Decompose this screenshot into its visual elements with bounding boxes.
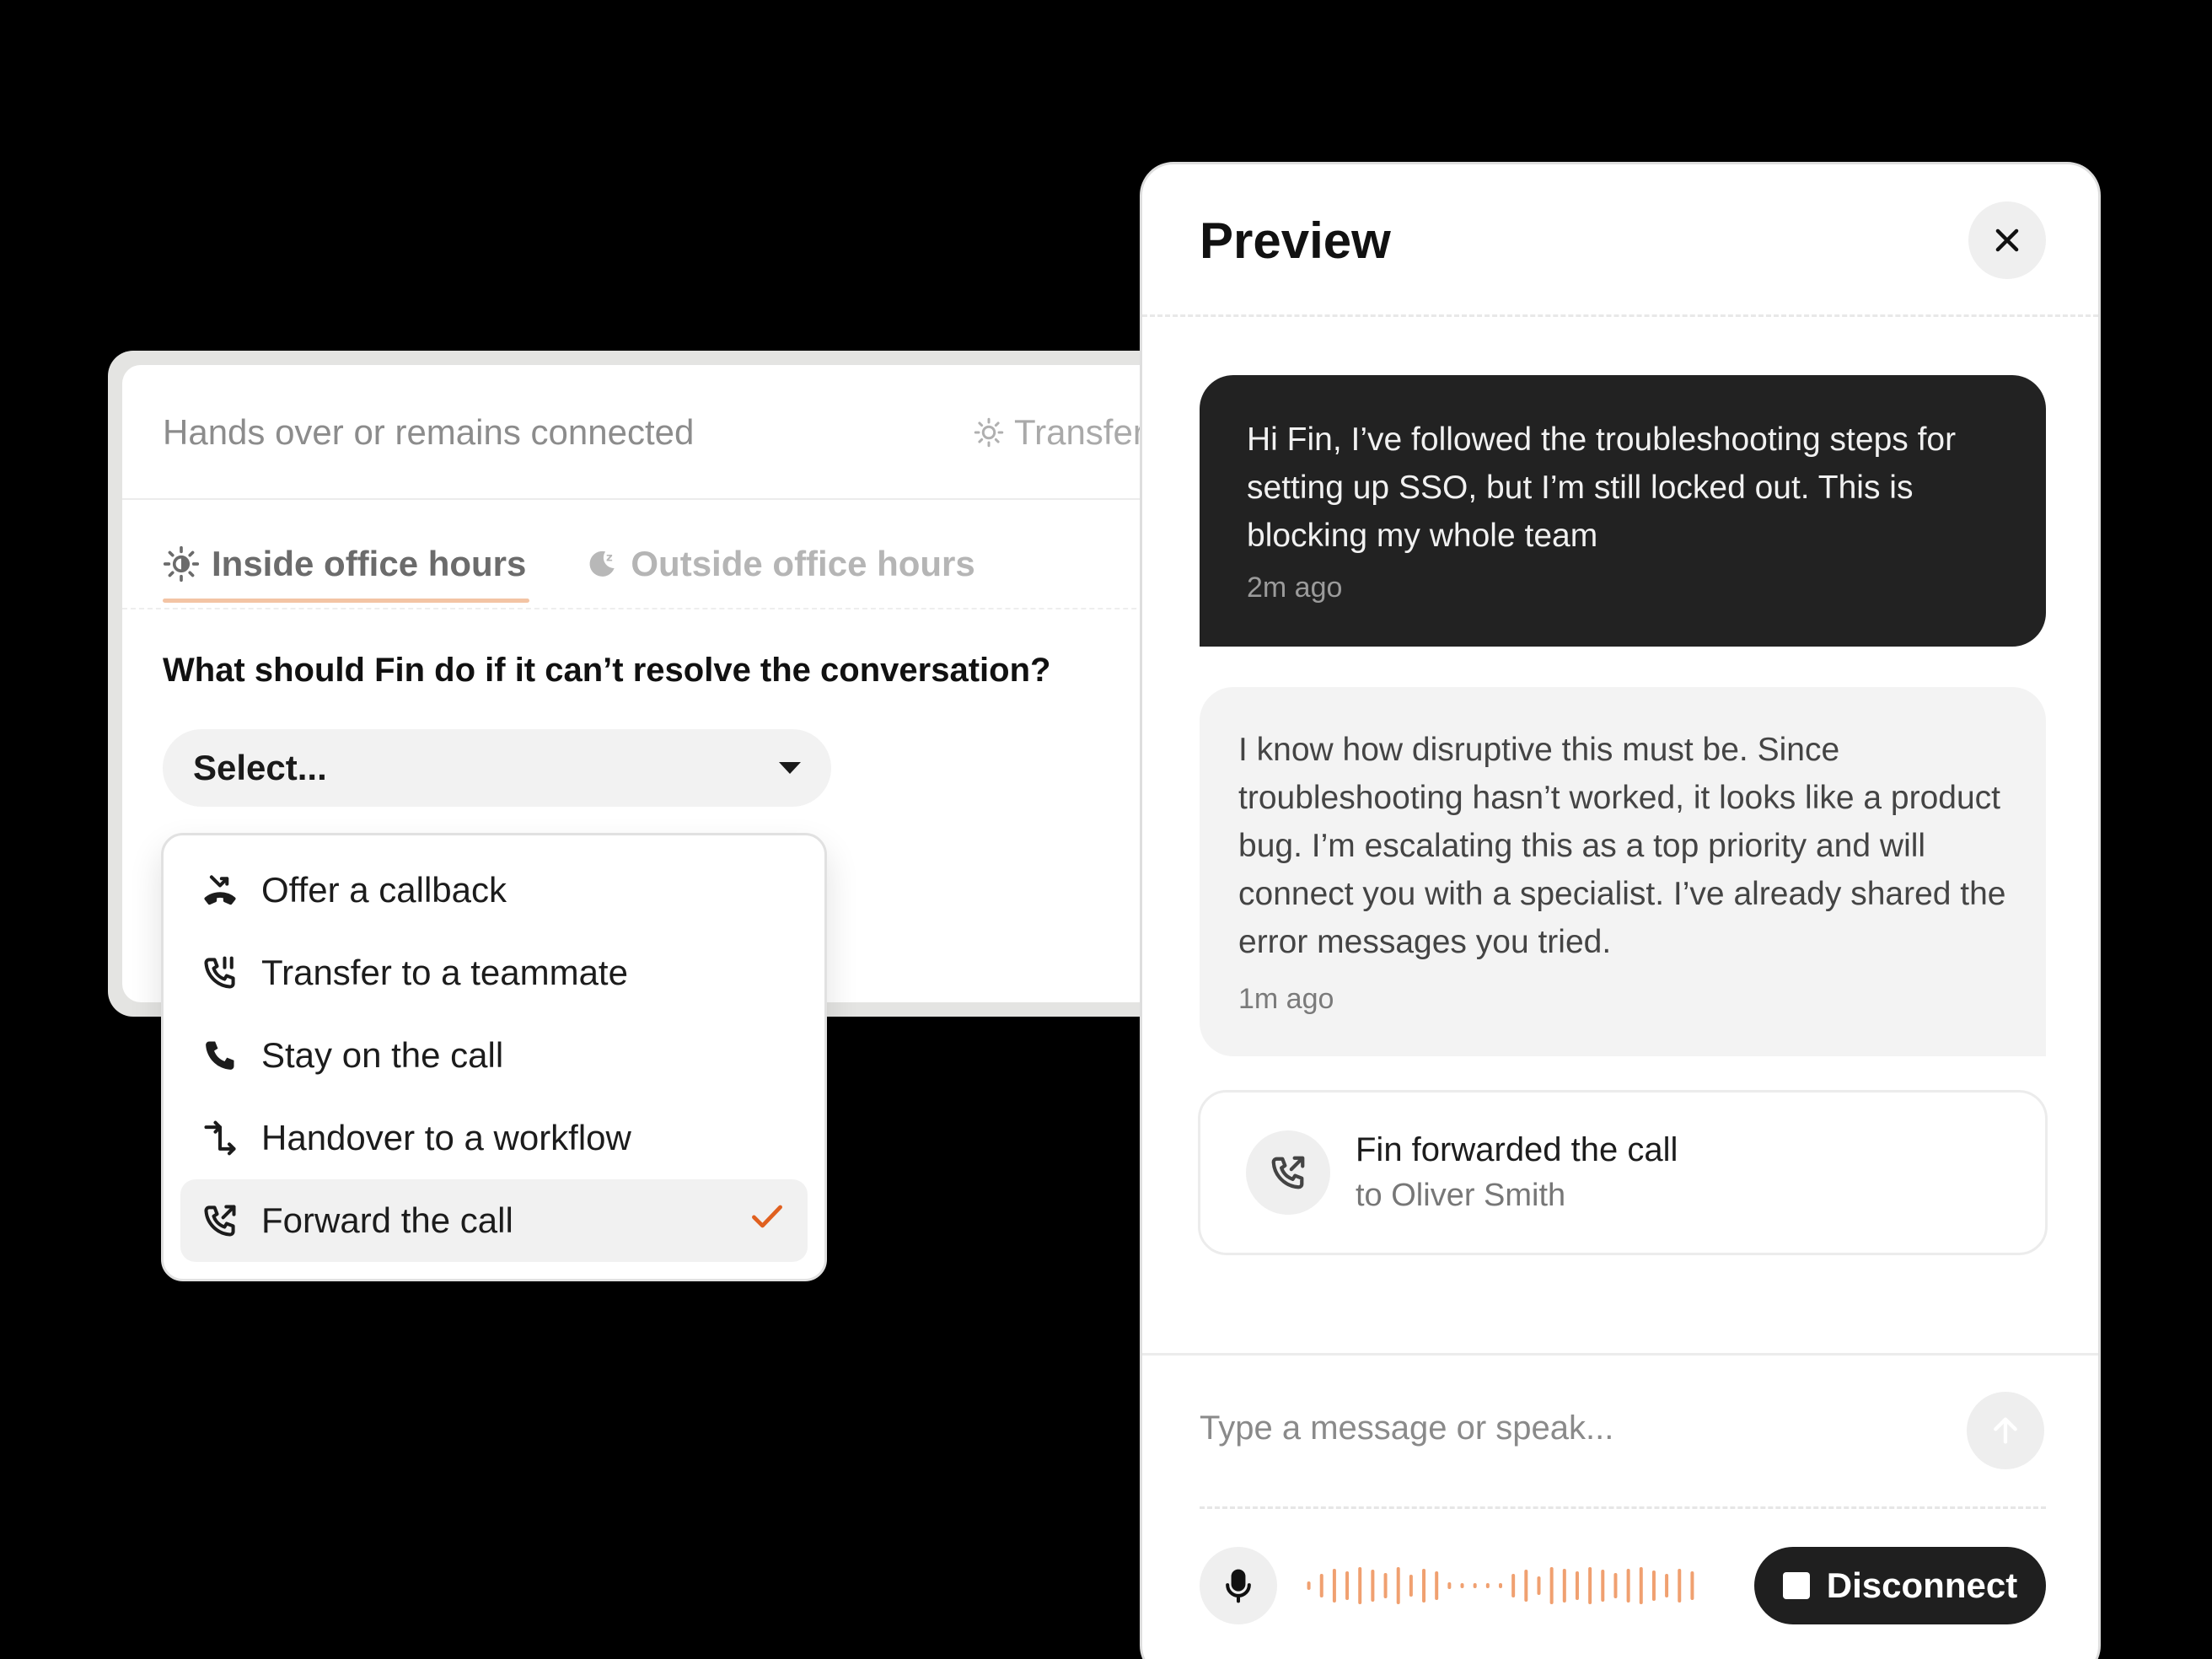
tab-label: Outside office hours — [631, 544, 975, 583]
waveform-bar — [1588, 1567, 1592, 1604]
waveform-bar — [1499, 1583, 1502, 1588]
checkmark-icon — [749, 1198, 786, 1243]
audio-waveform — [1307, 1567, 1694, 1604]
menu-item-label: Stay on the call — [261, 1035, 504, 1075]
waveform-bar — [1549, 1567, 1554, 1604]
waveform-bar — [1460, 1583, 1464, 1588]
arrow-up-icon — [1994, 1417, 2017, 1444]
message-text: I know how disruptive this must be. Sinc… — [1238, 732, 2006, 960]
close-icon — [1995, 228, 2019, 252]
menu-item-label: Handover to a workflow — [261, 1118, 631, 1157]
waveform-bar — [1447, 1582, 1452, 1589]
waveform-bar — [1537, 1576, 1541, 1595]
waveform-bar — [1562, 1569, 1566, 1603]
close-button[interactable] — [1968, 201, 2046, 279]
waveform-bar — [1409, 1575, 1413, 1597]
waveform-bar — [1319, 1574, 1323, 1597]
menu-item-label: Forward the call — [261, 1200, 513, 1240]
phone-icon — [201, 1036, 239, 1075]
waveform-bar — [1690, 1571, 1694, 1600]
tab-outside-office-hours[interactable]: z Outside office hours — [585, 530, 975, 598]
waveform-bar — [1345, 1571, 1350, 1600]
menu-item-forward-call[interactable]: Forward the call — [180, 1179, 808, 1262]
stop-icon — [1782, 1572, 1810, 1599]
waveform-bar — [1332, 1569, 1336, 1603]
preview-panel: Preview Hi Fin, I’ve followed the troubl… — [1140, 162, 2101, 1659]
header-title: Hands over or remains connected — [163, 412, 695, 452]
preview-title: Preview — [1200, 212, 1391, 269]
tab-label: Inside office hours — [212, 544, 527, 583]
disconnect-label: Disconnect — [1826, 1565, 2018, 1605]
waveform-bar — [1626, 1569, 1630, 1603]
menu-item-offer-callback[interactable]: Offer a callback — [180, 849, 808, 932]
waveform-bar — [1639, 1567, 1643, 1604]
resolution-question: What should Fin do if it can’t resolve t… — [163, 652, 1051, 689]
microphone-icon — [1226, 1569, 1251, 1603]
composer-divider — [1142, 1353, 2098, 1356]
composer-dashed-divider — [1200, 1506, 2046, 1509]
waveform-bar — [1678, 1569, 1682, 1603]
message-timestamp: 1m ago — [1238, 983, 1334, 1015]
tab-inside-office-hours[interactable]: Inside office hours — [163, 530, 530, 603]
waveform-bar — [1601, 1570, 1605, 1602]
menu-item-label: Transfer to a teammate — [261, 953, 628, 992]
event-text: Fin forwarded the call to Oliver Smith — [1356, 1131, 1678, 1214]
select-placeholder: Select... — [193, 748, 327, 787]
office-hours-tabs: Inside office hours z Outside office hou… — [163, 530, 975, 606]
forward-call-icon — [1246, 1130, 1330, 1215]
waveform-bar — [1435, 1571, 1439, 1600]
waveform-bar — [1383, 1573, 1388, 1598]
sun-icon — [974, 417, 1004, 448]
waveform-bar — [1485, 1583, 1490, 1588]
waveform-bar — [1651, 1570, 1656, 1601]
waveform-bar — [1511, 1574, 1516, 1597]
waveform-bar — [1473, 1583, 1477, 1588]
menu-item-stay-on-call[interactable]: Stay on the call — [180, 1014, 808, 1097]
event-title: Fin forwarded the call — [1356, 1131, 1678, 1168]
waveform-bar — [1307, 1581, 1311, 1590]
disconnect-button[interactable]: Disconnect — [1754, 1547, 2046, 1624]
call-forwarded-event: Fin forwarded the call to Oliver Smith — [1198, 1090, 2048, 1255]
menu-item-handover-workflow[interactable]: Handover to a workflow — [180, 1097, 808, 1179]
user-message-bubble: Hi Fin, I’ve followed the troubleshootin… — [1200, 375, 2046, 647]
preview-header-divider — [1142, 314, 2098, 317]
header-status-label: Transfer — [1014, 412, 1145, 452]
waveform-bar — [1575, 1571, 1579, 1600]
header-status: Transfer — [974, 412, 1145, 453]
send-button[interactable] — [1967, 1392, 2044, 1469]
forward-call-icon — [201, 1201, 239, 1240]
waveform-bar — [1524, 1570, 1528, 1602]
menu-item-label: Offer a callback — [261, 870, 507, 910]
action-dropdown-menu: Offer a callback Transfer to a teammate … — [161, 833, 827, 1281]
fin-message-bubble: I know how disruptive this must be. Sinc… — [1200, 687, 2046, 1056]
caret-down-icon — [779, 762, 801, 774]
svg-text:z: z — [606, 552, 613, 565]
waveform-bar — [1396, 1567, 1400, 1604]
workflow-icon — [201, 1119, 239, 1157]
waveform-bar — [1665, 1574, 1669, 1597]
event-subtitle: to Oliver Smith — [1356, 1178, 1566, 1213]
message-timestamp: 2m ago — [1247, 572, 1343, 604]
action-select[interactable]: Select... — [163, 729, 831, 807]
moon-icon: z — [589, 550, 615, 577]
card-header: Hands over or remains connected Transfer — [122, 365, 1204, 500]
waveform-bar — [1422, 1569, 1426, 1603]
tab-divider — [122, 608, 1204, 609]
waveform-bar — [1371, 1570, 1375, 1602]
message-text: Hi Fin, I’ve followed the troubleshootin… — [1247, 421, 1957, 554]
waveform-bar — [1613, 1573, 1618, 1598]
mic-button[interactable] — [1200, 1547, 1277, 1624]
message-input[interactable] — [1200, 1399, 1941, 1458]
callback-icon — [201, 871, 239, 910]
transfer-call-icon — [201, 953, 239, 992]
menu-item-transfer-teammate[interactable]: Transfer to a teammate — [180, 932, 808, 1014]
sun-icon — [163, 545, 200, 583]
waveform-bar — [1358, 1567, 1362, 1604]
